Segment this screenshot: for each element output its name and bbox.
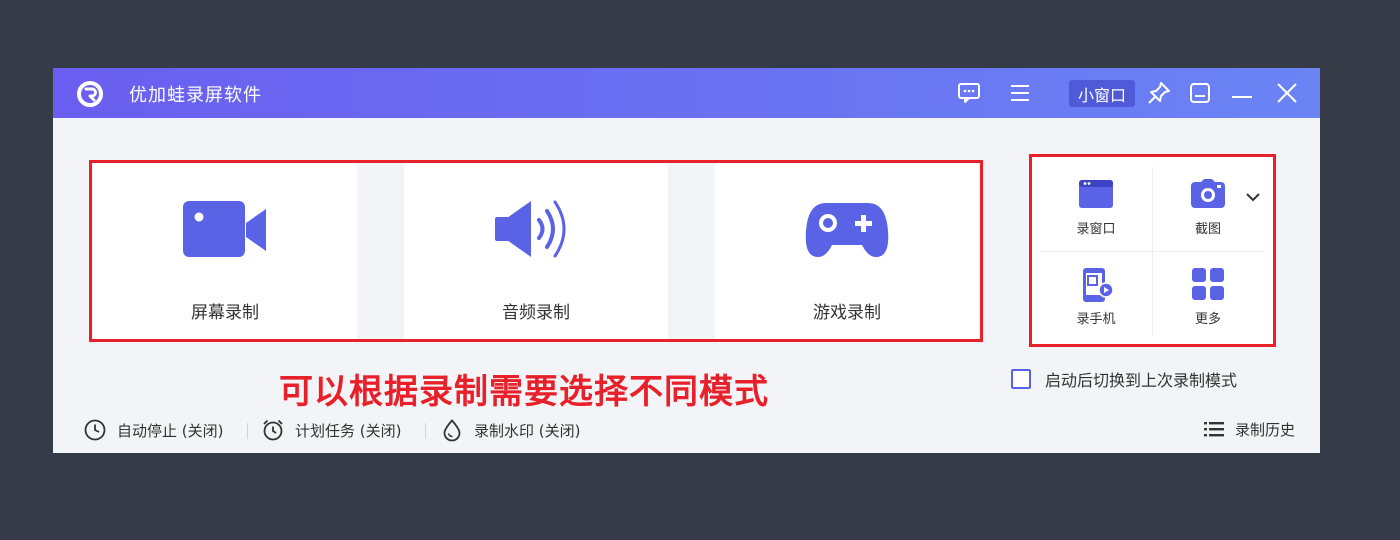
auto-stop-label: 自动停止 (关闭): [117, 421, 224, 440]
more-button[interactable]: 更多: [1153, 257, 1263, 337]
feedback-icon[interactable]: [956, 80, 982, 106]
record-history-button[interactable]: 录制历史: [1203, 418, 1295, 440]
status-separator: [247, 423, 248, 439]
chevron-down-icon[interactable]: [1245, 191, 1261, 203]
game-record-card[interactable]: 游戏录制: [715, 163, 979, 343]
speaker-icon: [495, 200, 566, 258]
record-history-label: 录制历史: [1235, 420, 1296, 439]
phone-icon: [1083, 268, 1114, 302]
watermark-button[interactable]: 录制水印 (关闭): [440, 418, 580, 442]
title-bar: 优加蛙录屏软件 小窗口: [53, 68, 1320, 118]
water-drop-icon: [443, 419, 461, 442]
auto-stop-button[interactable]: 自动停止 (关闭): [83, 418, 223, 442]
skin-icon[interactable]: [1187, 80, 1213, 106]
screenshot-label: 截图: [1194, 222, 1221, 237]
startup-mode-label: 启动后切换到上次录制模式: [1045, 371, 1238, 390]
window-icon: [1079, 180, 1113, 208]
startup-mode-checkbox[interactable]: [1011, 369, 1031, 389]
alarm-clock-icon: [263, 419, 283, 441]
status-bar: 自动停止 (关闭) 计划任务 (关闭) 录制水印 (关闭) 录制历史: [53, 413, 1320, 449]
app-logo-icon: [77, 81, 103, 107]
record-phone-button[interactable]: 录手机: [1041, 257, 1151, 337]
status-separator: [425, 423, 426, 439]
clock-icon: [84, 419, 106, 441]
more-label: 更多: [1194, 312, 1221, 327]
menu-icon[interactable]: [1007, 80, 1033, 106]
screenshot-button[interactable]: 截图: [1153, 167, 1263, 247]
watermark-label: 录制水印 (关闭): [474, 421, 581, 440]
gamepad-icon: [805, 203, 889, 257]
video-camera-icon: [183, 201, 266, 257]
record-phone-label: 录手机: [1076, 312, 1116, 327]
audio-record-card[interactable]: 音频录制: [404, 163, 668, 343]
scheduled-task-button[interactable]: 计划任务 (关闭): [261, 418, 401, 442]
record-window-button[interactable]: 录窗口: [1041, 167, 1151, 247]
close-icon[interactable]: [1274, 80, 1300, 106]
minimize-icon[interactable]: [1229, 80, 1255, 106]
screen-record-card[interactable]: 屏幕录制: [93, 163, 357, 343]
quick-tools-panel: 录窗口 截图 录手机 更多: [1031, 157, 1273, 345]
screen-record-label: 屏幕录制: [191, 303, 259, 323]
app-title: 优加蛙录屏软件: [129, 85, 262, 106]
record-window-label: 录窗口: [1076, 222, 1116, 237]
pin-icon[interactable]: [1146, 80, 1172, 106]
audio-record-label: 音频录制: [502, 303, 570, 323]
scheduled-task-label: 计划任务 (关闭): [295, 421, 402, 440]
panel-divider-horizontal: [1041, 251, 1263, 252]
game-record-label: 游戏录制: [813, 303, 881, 323]
camera-icon: [1191, 179, 1225, 208]
annotation-text: 可以根据录制需要选择不同模式: [279, 372, 769, 412]
grid-icon: [1192, 268, 1224, 300]
mini-window-button[interactable]: 小窗口: [1069, 80, 1135, 107]
startup-mode-option[interactable]: 启动后切换到上次录制模式: [1011, 367, 1237, 391]
list-icon: [1204, 422, 1224, 437]
app-window: 优加蛙录屏软件 小窗口 屏幕录制 音频录制 游戏录制 录窗口 截图 录手机 更多…: [53, 68, 1320, 453]
